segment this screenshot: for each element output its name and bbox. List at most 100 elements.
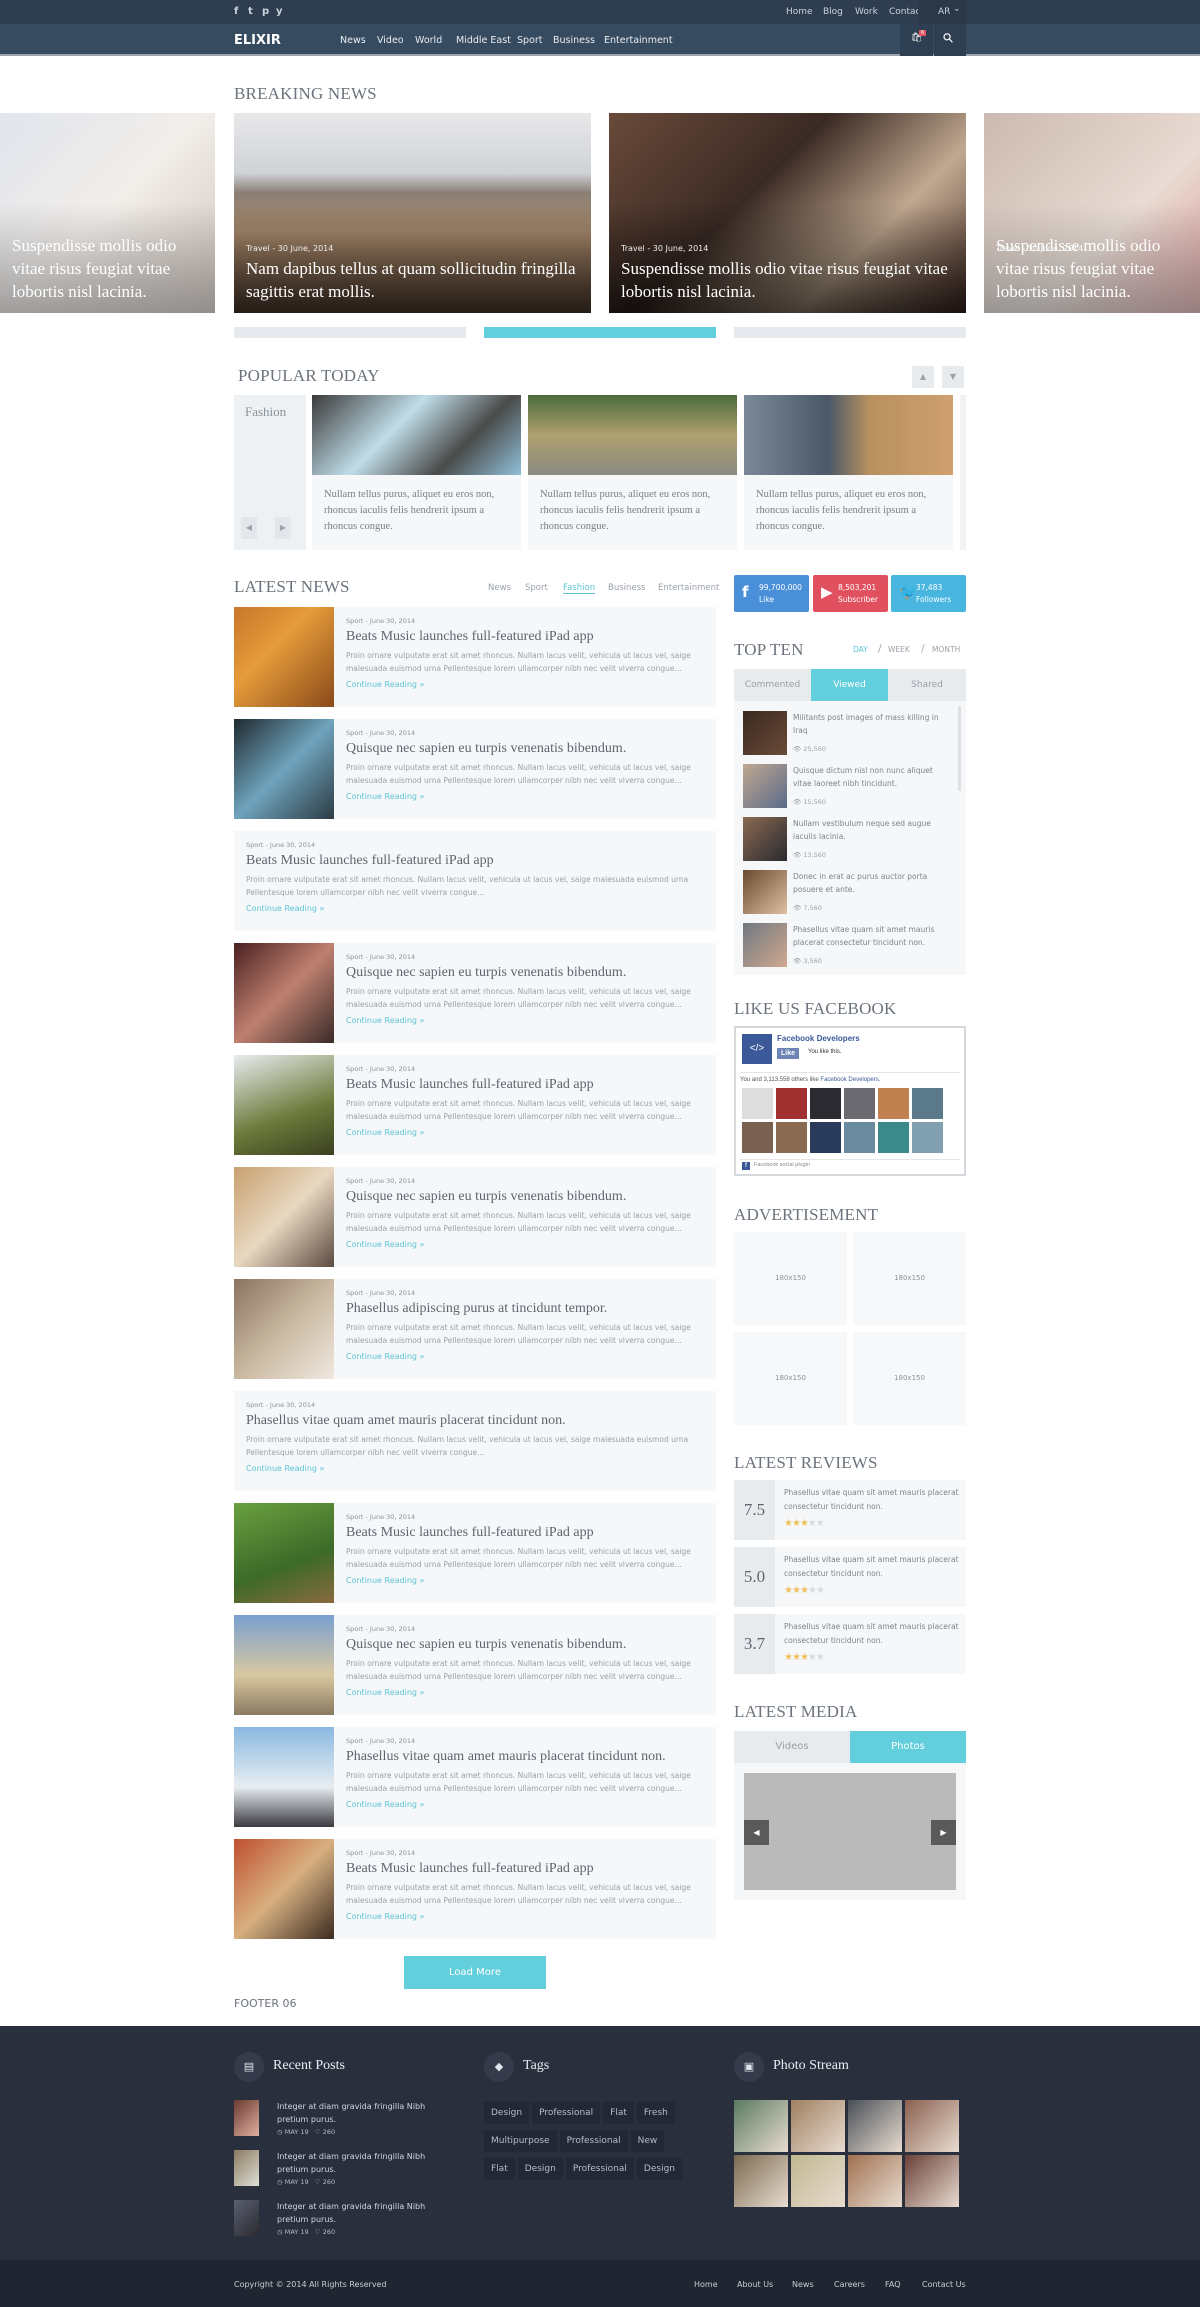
article-image[interactable]: [234, 1839, 334, 1939]
nav-world[interactable]: World: [415, 35, 442, 46]
ad-slot[interactable]: 180x150: [853, 1332, 966, 1425]
slide-title[interactable]: Nam dapibus tellus at quam sollicitudin …: [246, 257, 581, 303]
slide-title[interactable]: Suspendisse mollis odio vitae risus feug…: [996, 234, 1190, 303]
photo-stream-image[interactable]: [734, 2155, 788, 2207]
article-title[interactable]: Beats Music launches full-featured iPad …: [346, 1861, 706, 1877]
continue-reading-label[interactable]: Continue Reading: [246, 1464, 317, 1473]
fan-avatar[interactable]: [912, 1088, 943, 1119]
load-more-button[interactable]: Load More: [404, 1956, 546, 1989]
photo-stream-image[interactable]: [905, 2155, 959, 2207]
nav-news[interactable]: News: [340, 35, 366, 46]
fan-avatar[interactable]: [912, 1122, 943, 1153]
review-text[interactable]: Phasellus vitae quam sit amet mauris pla…: [784, 1486, 959, 1514]
continue-reading-link[interactable]: Continue Reading »: [346, 680, 706, 689]
tag-item[interactable]: Flat: [603, 2102, 634, 2124]
item-title[interactable]: Donec in erat ac purus auctor porta posu…: [793, 870, 943, 896]
nav-video[interactable]: Video: [377, 35, 404, 46]
fan-avatar[interactable]: [844, 1088, 875, 1119]
post-title[interactable]: Integer at diam gravida fringilla Nibh p…: [277, 2200, 457, 2226]
prev-button[interactable]: ◀: [241, 517, 257, 539]
facebook-page-name[interactable]: Facebook Developers: [777, 1034, 860, 1043]
popular-card[interactable]: Nullam tellus purus, aliquet eu eros non…: [528, 395, 737, 550]
scroll-up-button[interactable]: ▲: [912, 366, 934, 388]
continue-reading-label[interactable]: Continue Reading: [346, 1352, 417, 1361]
item-title[interactable]: Phasellus vitae quam sit amet mauris pla…: [793, 923, 943, 949]
article-title[interactable]: Phasellus vitae quam amet mauris placera…: [246, 1413, 706, 1429]
post-title[interactable]: Integer at diam gravida fringilla Nibh p…: [277, 2150, 457, 2176]
slide-title[interactable]: Suspendisse mollis odio vitae risus feug…: [621, 257, 956, 303]
article-title[interactable]: Quisque nec sapien eu turpis venenatis b…: [346, 965, 706, 981]
recent-post[interactable]: Integer at diam gravida fringilla Nibh p…: [234, 2150, 454, 2190]
fan-avatar[interactable]: [776, 1122, 807, 1153]
tag-item[interactable]: Professional: [559, 2130, 628, 2152]
nav-sport[interactable]: Sport: [517, 35, 543, 46]
continue-reading-link[interactable]: Continue Reading »: [246, 904, 706, 913]
photo-stream-image[interactable]: [848, 2100, 902, 2152]
slider-page-indicator[interactable]: [234, 327, 466, 338]
continue-reading-link[interactable]: Continue Reading »: [346, 1016, 706, 1025]
article-image[interactable]: [234, 1727, 334, 1827]
filter-fashion[interactable]: Fashion: [563, 583, 596, 594]
facebook-social-button[interactable]: f 99,700,000 Like: [734, 575, 809, 612]
fan-avatar[interactable]: [844, 1122, 875, 1153]
recent-post[interactable]: Integer at diam gravida fringilla Nibh p…: [234, 2200, 454, 2240]
tab-commented[interactable]: Commented: [734, 669, 811, 701]
filter-sport[interactable]: Sport: [525, 583, 548, 593]
article-image[interactable]: [234, 1167, 334, 1267]
continue-reading-label[interactable]: Continue Reading: [246, 904, 317, 913]
tag-item[interactable]: Fresh: [636, 2102, 675, 2124]
continue-reading-label[interactable]: Continue Reading: [346, 1016, 417, 1025]
continue-reading-link[interactable]: Continue Reading »: [346, 1688, 706, 1697]
tab-photos[interactable]: Photos: [850, 1731, 966, 1763]
tab-shared[interactable]: Shared: [888, 669, 966, 701]
article-title[interactable]: Phasellus adipiscing purus at tincidunt …: [346, 1301, 706, 1317]
fan-avatar[interactable]: [776, 1088, 807, 1119]
continue-reading-link[interactable]: Continue Reading »: [246, 1464, 706, 1473]
breaking-slide[interactable]: Travel - 30 June, 2014 Nam dapibus tellus…: [234, 113, 591, 313]
article-title[interactable]: Beats Music launches full-featured iPad …: [346, 1525, 706, 1541]
next-button[interactable]: ▶: [275, 517, 291, 539]
footer-link-news[interactable]: News: [792, 2280, 814, 2289]
breaking-slide[interactable]: Suspendisse mollis odio vitae risus feug…: [0, 113, 215, 313]
period-month[interactable]: MONTH: [932, 645, 960, 654]
top-link-work[interactable]: Work: [855, 7, 878, 17]
footer-link-home[interactable]: Home: [694, 2280, 718, 2289]
article-title[interactable]: Quisque nec sapien eu turpis venenatis b…: [346, 741, 706, 757]
review-text[interactable]: Phasellus vitae quam sit amet mauris pla…: [784, 1553, 959, 1581]
article-image[interactable]: [234, 1615, 334, 1715]
item-title[interactable]: Quisque dictum nisl non nunc aliquet vit…: [793, 764, 943, 790]
continue-reading-label[interactable]: Continue Reading: [346, 1128, 417, 1137]
photo-stream-image[interactable]: [791, 2100, 845, 2152]
continue-reading-link[interactable]: Continue Reading »: [346, 1128, 706, 1137]
tag-item[interactable]: Design: [484, 2102, 530, 2124]
facebook-like-button[interactable]: Like: [777, 1048, 800, 1059]
continue-reading-label[interactable]: Continue Reading: [346, 1688, 417, 1697]
article-image[interactable]: [234, 607, 334, 707]
tab-videos[interactable]: Videos: [734, 1731, 850, 1763]
review-item[interactable]: 3.7 Phasellus vitae quam sit amet mauris …: [734, 1614, 966, 1674]
article-title[interactable]: Phasellus vitae quam amet mauris placera…: [346, 1749, 706, 1765]
recent-post[interactable]: Integer at diam gravida fringilla Nibh p…: [234, 2100, 454, 2140]
tag-item[interactable]: Professional: [532, 2102, 601, 2124]
continue-reading-label[interactable]: Continue Reading: [346, 1912, 417, 1921]
footer-link-about-us[interactable]: About Us: [737, 2280, 773, 2289]
continue-reading-link[interactable]: Continue Reading »: [346, 1240, 706, 1249]
nav-entertainment[interactable]: Entertainment: [604, 35, 673, 46]
continue-reading-label[interactable]: Continue Reading: [346, 1800, 417, 1809]
youtube-social-button[interactable]: ▶ 8,503,201 Subscriber: [813, 575, 888, 612]
item-title[interactable]: Militants post images of mass killing in…: [793, 711, 943, 737]
article-title[interactable]: Quisque nec sapien eu turpis venenatis b…: [346, 1189, 706, 1205]
filter-entertainment[interactable]: Entertainment: [658, 583, 719, 593]
article-image[interactable]: [234, 1279, 334, 1379]
item-title[interactable]: Nullam vestibulum neque sed augue iaculi…: [793, 817, 943, 843]
continue-reading-link[interactable]: Continue Reading »: [346, 792, 706, 801]
fan-avatar[interactable]: [878, 1122, 909, 1153]
fan-avatar[interactable]: [742, 1088, 773, 1119]
filter-news[interactable]: News: [488, 583, 511, 593]
tag-item[interactable]: Multipurpose: [484, 2130, 557, 2152]
twitter-icon[interactable]: t: [248, 6, 253, 17]
period-day[interactable]: DAY: [853, 645, 868, 654]
language-label[interactable]: AR: [938, 7, 950, 17]
breaking-slide[interactable]: Travel - 30 June, 2014 Suspendisse mollis…: [609, 113, 966, 313]
ad-slot[interactable]: 180x150: [734, 1332, 847, 1425]
